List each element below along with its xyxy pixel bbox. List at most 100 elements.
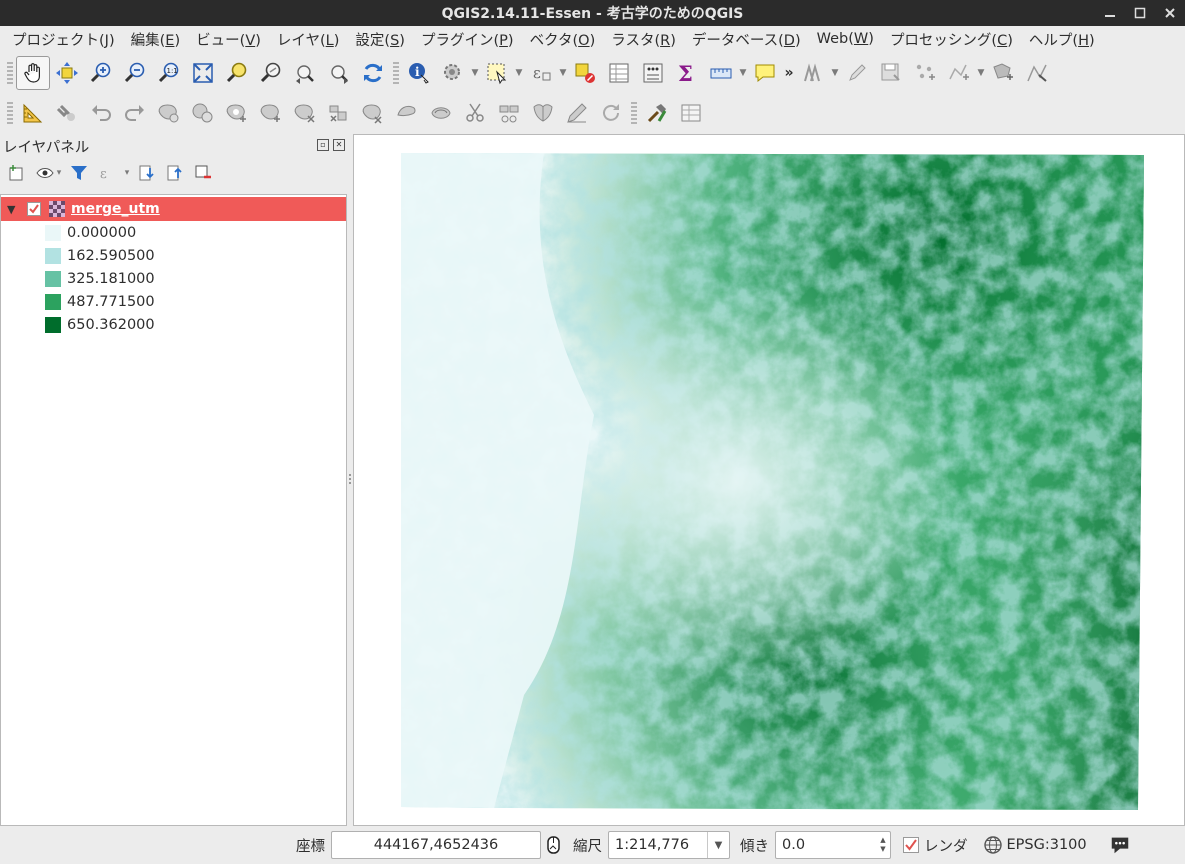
node-tool-icon[interactable] — [1020, 56, 1054, 90]
offset-curve-icon[interactable] — [424, 96, 458, 130]
merge-attributes-icon[interactable] — [560, 96, 594, 130]
chevron-down-icon[interactable]: ▾ — [124, 162, 130, 184]
zoom-in-icon[interactable] — [84, 56, 118, 90]
maximize-icon[interactable] — [1125, 0, 1155, 26]
toolbar-grip[interactable] — [631, 102, 637, 124]
collapse-arrow-icon[interactable]: ▼ — [7, 203, 21, 216]
toolbar-grip[interactable] — [7, 62, 13, 84]
redo-icon[interactable] — [118, 96, 152, 130]
zoom-out-icon[interactable] — [118, 56, 152, 90]
add-polygon-feature-icon[interactable] — [986, 56, 1020, 90]
menu-item[interactable]: ラスタ(R) — [603, 29, 684, 50]
deselect-features-icon[interactable] — [568, 56, 602, 90]
mouse-coordinate-toggle-icon[interactable] — [543, 834, 565, 856]
digitize-toggle-icon[interactable] — [796, 56, 830, 90]
delete-ring-icon[interactable] — [288, 96, 322, 130]
menu-item[interactable]: プロセッシング(C) — [882, 29, 1021, 50]
spin-arrows-icon[interactable]: ▲ ▼ — [876, 832, 890, 858]
zoom-native-resolution-icon[interactable]: 1:1 — [152, 56, 186, 90]
toolbar-grip[interactable] — [7, 102, 13, 124]
filter-legend-icon[interactable] — [68, 162, 90, 184]
menu-item[interactable]: Web(W) — [809, 31, 882, 47]
menu-item[interactable]: レイヤ(L) — [269, 29, 348, 50]
pan-to-selection-icon[interactable] — [50, 56, 84, 90]
menu-item[interactable]: ヘルプ(H) — [1021, 29, 1103, 50]
field-calculator-icon[interactable] — [636, 56, 670, 90]
scale-combobox[interactable]: 1:214,776 ▼ — [608, 831, 730, 859]
split-features-icon[interactable] — [458, 96, 492, 130]
add-point-feature-icon[interactable] — [908, 56, 942, 90]
filter-by-expression-icon[interactable]: ε — [96, 162, 118, 184]
chevron-down-icon[interactable]: ▼ — [707, 832, 729, 858]
menu-item[interactable]: プロジェクト(J) — [4, 29, 123, 50]
menu-item[interactable]: 設定(S) — [347, 29, 413, 50]
menu-item[interactable]: ベクタ(O) — [522, 29, 604, 50]
chevron-down-icon[interactable]: ▾ — [56, 162, 62, 184]
close-panel-icon[interactable]: ✕ — [333, 139, 345, 151]
crs-globe-icon[interactable] — [982, 834, 1004, 856]
identify-features-icon[interactable]: i — [402, 56, 436, 90]
fill-ring-icon[interactable] — [220, 96, 254, 130]
map-tips-icon[interactable] — [748, 56, 782, 90]
zoom-last-icon[interactable] — [288, 56, 322, 90]
menu-label: 設定( — [355, 32, 391, 49]
save-edits-icon[interactable] — [874, 56, 908, 90]
chevron-down-icon[interactable]: ▼ — [830, 56, 840, 90]
cad-ruler-icon[interactable] — [16, 96, 50, 130]
minimize-icon[interactable] — [1095, 0, 1125, 26]
undo-icon[interactable] — [84, 96, 118, 130]
float-panel-icon[interactable]: ▫ — [317, 139, 329, 151]
menu-item[interactable]: ビュー(V) — [188, 29, 269, 50]
expand-all-icon[interactable] — [136, 162, 158, 184]
render-checkbox[interactable] — [903, 837, 919, 853]
open-layer-styling-icon[interactable] — [6, 162, 28, 184]
add-ring-icon[interactable] — [152, 96, 186, 130]
layer-item-merge-utm[interactable]: ▼ merge_utm — [1, 197, 346, 221]
message-log-icon[interactable] — [1109, 834, 1131, 856]
reshape-features-icon[interactable] — [390, 96, 424, 130]
snapping-magnet-icon[interactable] — [50, 96, 84, 130]
chevron-down-icon[interactable]: ▼ — [470, 56, 480, 90]
menu-item[interactable]: 編集(E) — [123, 29, 189, 50]
pan-hand-icon[interactable] — [16, 56, 50, 90]
zoom-full-icon[interactable] — [186, 56, 220, 90]
measure-line-icon[interactable] — [704, 56, 738, 90]
delete-part-icon[interactable] — [322, 96, 356, 130]
refresh-icon[interactable] — [356, 56, 390, 90]
run-feature-action-icon[interactable] — [436, 56, 470, 90]
rotate-point-symbols-icon[interactable] — [594, 96, 628, 130]
layer-properties-table-icon[interactable] — [674, 96, 708, 130]
chevron-down-icon[interactable]: ▼ — [976, 56, 986, 90]
split-parts-icon[interactable] — [492, 96, 526, 130]
statistical-summary-icon[interactable]: Σ — [670, 56, 704, 90]
zoom-to-layer-icon[interactable] — [254, 56, 288, 90]
collapse-all-icon[interactable] — [164, 162, 186, 184]
delete-feature-icon[interactable] — [356, 96, 390, 130]
merge-features-icon[interactable] — [526, 96, 560, 130]
select-features-icon[interactable] — [480, 56, 514, 90]
layer-visibility-checkbox[interactable] — [27, 202, 41, 216]
menu-item[interactable]: プラグイン(P) — [413, 29, 522, 50]
remove-layer-icon[interactable] — [192, 162, 214, 184]
add-line-feature-icon[interactable] — [942, 56, 976, 90]
toolbar-overflow-button[interactable]: » — [782, 65, 796, 81]
coordinate-field[interactable]: 444167,4652436 — [331, 831, 541, 859]
toolbar-grip[interactable] — [393, 62, 399, 84]
crs-label[interactable]: EPSG:3100 — [1007, 837, 1087, 853]
menu-item[interactable]: データベース(D) — [684, 29, 809, 50]
attribute-table-icon[interactable] — [602, 56, 636, 90]
toggle-editing-icon[interactable] — [840, 56, 874, 90]
manage-visibility-eye-icon[interactable] — [34, 162, 56, 184]
select-by-expression-icon[interactable]: ε — [524, 56, 558, 90]
zoom-next-icon[interactable] — [322, 56, 356, 90]
zoom-to-selection-icon[interactable] — [220, 56, 254, 90]
chevron-down-icon[interactable]: ▼ — [738, 56, 748, 90]
rotation-spinbox[interactable]: 0.0 ▲ ▼ — [775, 831, 891, 859]
close-icon[interactable] — [1155, 0, 1185, 26]
chevron-down-icon[interactable]: ▼ — [514, 56, 524, 90]
chevron-down-icon[interactable]: ▼ — [558, 56, 568, 90]
add-circular-string-icon[interactable] — [254, 96, 288, 130]
layer-tools-hammer-icon[interactable] — [640, 96, 674, 130]
add-part-icon[interactable] — [186, 96, 220, 130]
map-canvas[interactable] — [353, 134, 1185, 826]
